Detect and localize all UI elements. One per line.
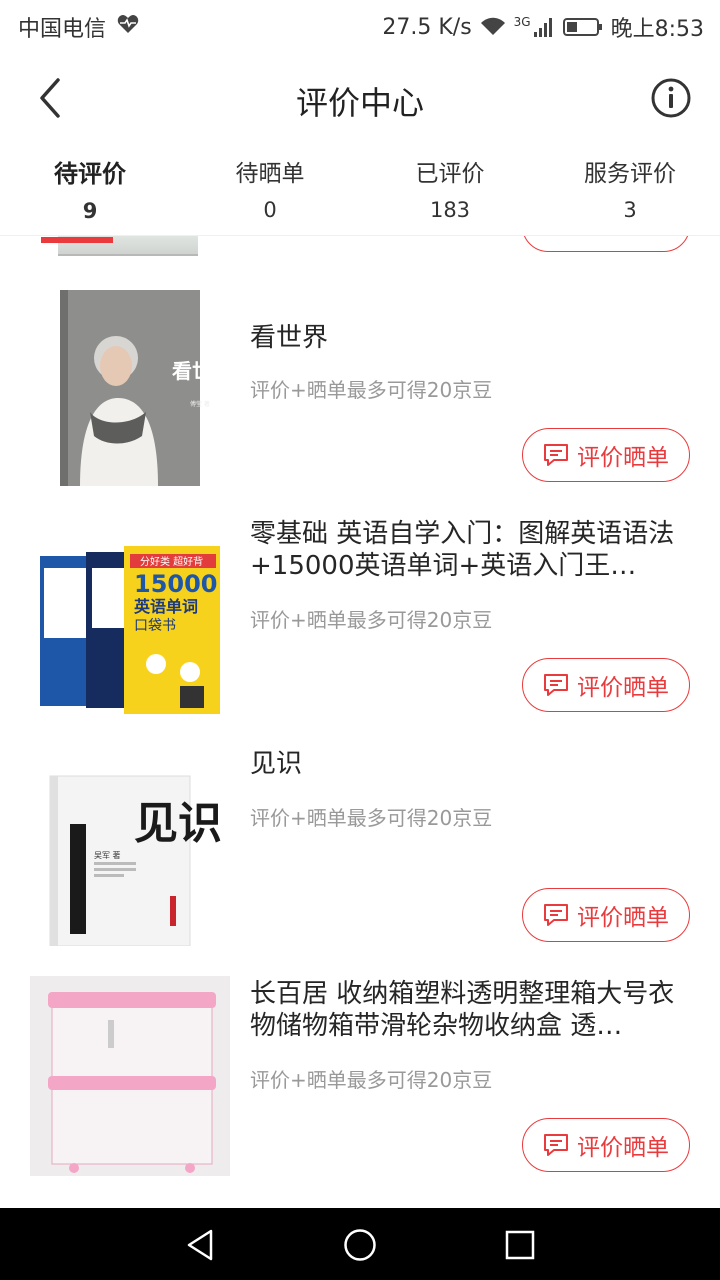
reward-hint: 评价+晒单最多可得20京豆 — [250, 806, 493, 830]
comment-icon — [544, 444, 568, 466]
product-name[interactable]: 见识 — [250, 748, 690, 780]
product-name[interactable]: 看世界 — [250, 322, 690, 354]
product-image — [30, 976, 230, 1176]
review-button[interactable]: 评价晒单 — [522, 888, 690, 942]
book-author-text: 傅莹 著 — [190, 400, 210, 408]
net-speed: 27.5 K/s — [382, 14, 472, 40]
book-title-text: 英语单词 — [133, 597, 198, 616]
product-name[interactable]: 长百居 收纳箱塑料透明整理箱大号衣物储物箱带滑轮杂物收纳盒 透… — [250, 978, 690, 1042]
product-image: 分好类 超好背 15000 英语单词 口袋书 — [40, 546, 220, 714]
book-number-text: 15000 — [134, 570, 218, 598]
review-button[interactable]: 评价晒单 — [522, 428, 690, 482]
tab-count: 3 — [623, 198, 637, 222]
list-item[interactable]: 分好类 超好背 15000 英语单词 口袋书 零基础 英语自学入门：图解英语语法… — [0, 496, 720, 726]
info-circle-icon[interactable] — [650, 77, 692, 119]
tab-label: 服务评价 — [584, 161, 676, 187]
tab-service-review[interactable]: 服务评价 3 — [540, 146, 720, 235]
review-button[interactable]: 评价晒单 — [522, 658, 690, 712]
book-author-text: 吴军 著 — [94, 850, 121, 860]
tab-bar: 待评价 9 待晒单 0 已评价 183 服务评价 3 — [0, 146, 720, 243]
page-title: 评价中心 — [295, 84, 424, 122]
review-button-label: 评价晒单 — [577, 1135, 669, 1161]
tab-count: 9 — [82, 199, 98, 223]
comment-icon — [544, 674, 568, 696]
tab-pending-photo[interactable]: 待晒单 0 — [180, 146, 360, 235]
book-banner-text: 分好类 超好背 — [140, 555, 203, 568]
list-item[interactable]: 长百居 收纳箱塑料透明整理箱大号衣物储物箱带滑轮杂物收纳盒 透… 评价+晒单最多… — [0, 956, 720, 1186]
list-item[interactable]: 见识 吴军 著 见识 评价+晒单最多可得20京豆 评价晒单 — [0, 726, 720, 956]
clock: 晚上8:53 — [610, 17, 704, 42]
tab-pending-review[interactable]: 待评价 9 — [0, 146, 180, 243]
heart-pulse-icon — [117, 15, 139, 33]
reward-hint: 评价+晒单最多可得20京豆 — [250, 1068, 493, 1092]
battery-icon — [562, 18, 602, 36]
review-button[interactable]: 评价晒单 — [522, 1118, 690, 1172]
tab-label: 已评价 — [415, 161, 485, 187]
book-title-text: 看世界 — [172, 359, 230, 383]
active-tab-indicator — [41, 237, 113, 243]
tab-reviewed[interactable]: 已评价 183 — [360, 146, 540, 235]
network-type-label: 3G — [513, 15, 531, 29]
carrier-label: 中国电信 — [18, 17, 107, 42]
comment-icon — [544, 904, 568, 926]
review-button[interactable] — [522, 236, 690, 252]
product-image: 见识 吴军 著 — [49, 775, 222, 946]
list-item[interactable]: 看世界 傅莹 著 看世界 评价+晒单最多可得20京豆 评价晒单 — [0, 266, 720, 496]
tab-label: 待评价 — [54, 160, 126, 188]
product-image: 看世界 傅莹 著 — [60, 290, 230, 486]
comment-icon — [544, 1134, 568, 1156]
tab-count: 0 — [263, 198, 277, 222]
tab-label: 待晒单 — [235, 161, 305, 187]
reward-hint: 评价+晒单最多可得20京豆 — [250, 608, 493, 632]
signal-icon — [533, 18, 552, 37]
review-list[interactable]: 看世界 傅莹 著 看世界 评价+晒单最多可得20京豆 评价晒单 分好类 超好背 … — [0, 236, 720, 1208]
product-name[interactable]: 零基础 英语自学入门：图解英语语法+15000英语单词+英语入门王… — [250, 518, 690, 582]
tab-count: 183 — [429, 198, 471, 222]
status-bar: 中国电信 27.5 K/s 3G 晚上8:53 — [0, 0, 720, 50]
review-button-label: 评价晒单 — [577, 675, 669, 701]
reward-hint: 评价+晒单最多可得20京豆 — [250, 378, 493, 402]
header: 评价中心 — [0, 50, 720, 146]
book-title-text: 见识 — [134, 798, 222, 849]
home-circle-icon[interactable] — [343, 1228, 377, 1262]
review-button-label: 评价晒单 — [577, 905, 669, 931]
wifi-icon — [480, 17, 505, 35]
system-nav-bar — [0, 1208, 720, 1280]
recents-square-icon[interactable] — [503, 1228, 537, 1262]
book-subtitle-text: 口袋书 — [134, 618, 176, 634]
back-triangle-icon[interactable] — [183, 1228, 217, 1262]
review-button-label: 评价晒单 — [577, 445, 669, 471]
